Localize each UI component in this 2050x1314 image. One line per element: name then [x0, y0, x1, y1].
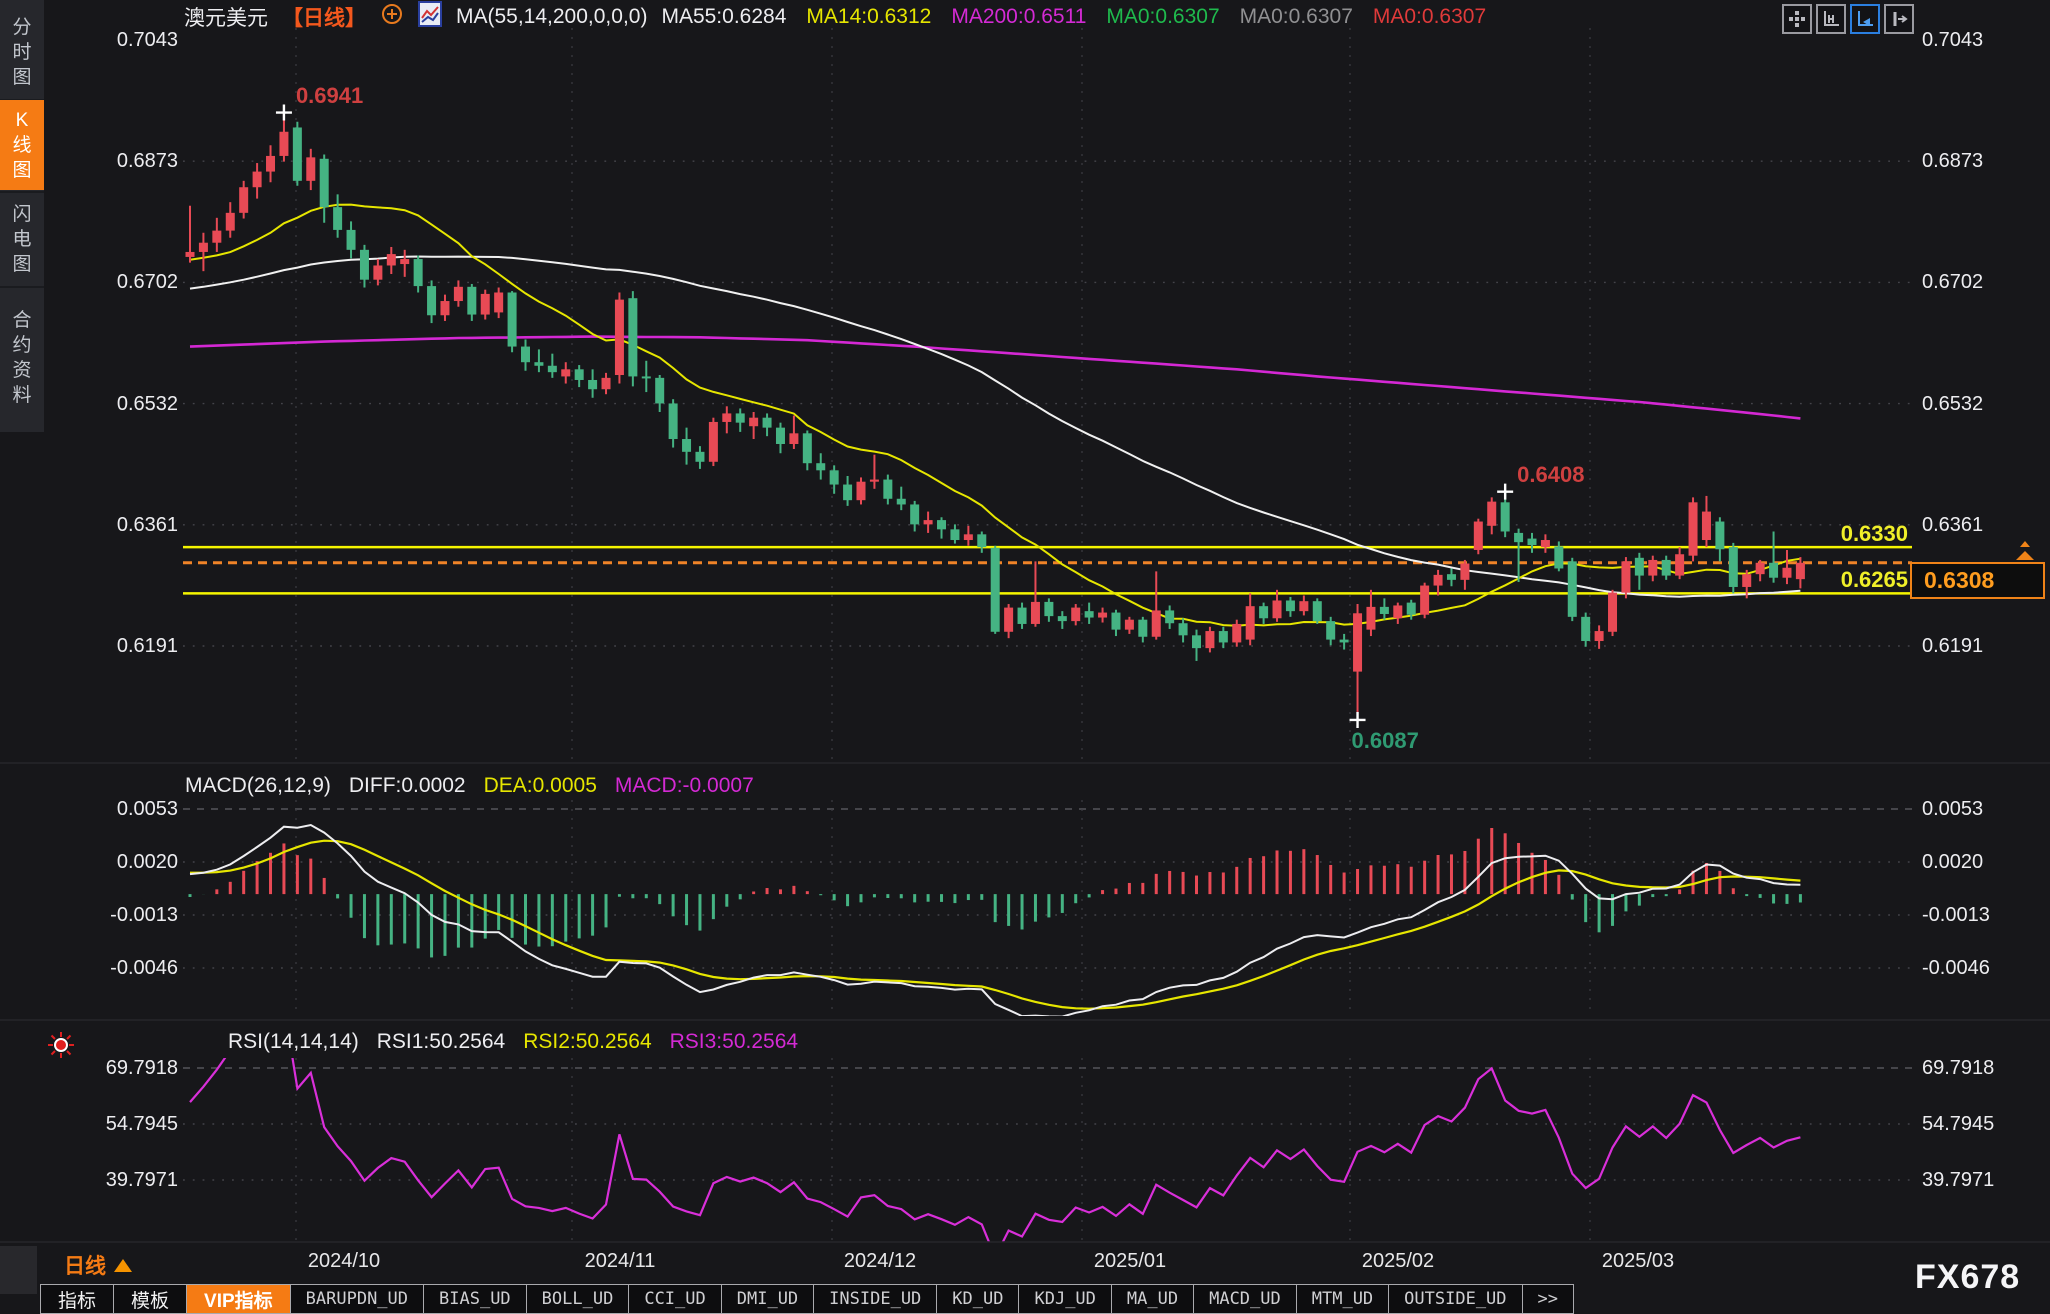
fx678-watermark: FX678: [1915, 1258, 2020, 1297]
bar-shift-icon[interactable]: [1884, 4, 1914, 34]
date-axis-label: 2024/11: [565, 1250, 675, 1273]
macd-value: MACD:-0.0007: [615, 774, 754, 798]
toolbar-tab[interactable]: BARUPDN_UD: [290, 1284, 423, 1314]
date-axis-label: 2024/10: [289, 1250, 399, 1273]
macd-axis-label-right: -0.0013: [1922, 904, 1990, 926]
rsi3-value: RSI3:50.2564: [670, 1030, 798, 1054]
toolbar-tab[interactable]: BIAS_UD: [423, 1284, 526, 1314]
ma-value-label: MA200:0.6511: [951, 5, 1086, 29]
sidebar-item-contract-info[interactable]: 合约资料: [0, 290, 44, 426]
sidebar-bottom-stub: [0, 1246, 37, 1294]
chart-application: 分时图K线图闪电图合约资料 澳元美元 【日线】 MA(55,14,200,0,0…: [0, 0, 2050, 1314]
macd-axis-label-right: -0.0046: [1922, 957, 1990, 979]
toolbar-tab[interactable]: 模板: [113, 1284, 186, 1314]
auto-follow-icon[interactable]: [1850, 4, 1880, 34]
sidebar-item-flash-chart[interactable]: 闪电图: [0, 193, 44, 285]
price-marker-arrow-top: [2020, 541, 2030, 547]
price-axis-label-right: 0.6361: [1922, 514, 1983, 536]
toolbar-tab[interactable]: BOLL_UD: [526, 1284, 629, 1314]
toolbar-tab[interactable]: KDJ_UD: [1018, 1284, 1110, 1314]
toolbar-tab[interactable]: DMI_UD: [721, 1284, 813, 1314]
ma-group-label: MA(55,14,200,0,0,0): [456, 5, 647, 29]
sidebar-separator: [0, 286, 44, 288]
toolbar-tab[interactable]: >>: [1522, 1284, 1574, 1314]
macd-axis-label-right: 0.0020: [1922, 851, 1983, 873]
support-line-label: 0.6265: [1798, 567, 1908, 593]
toolbar-tab[interactable]: OUTSIDE_UD: [1388, 1284, 1521, 1314]
price-axis-label-left: 0.6873: [56, 150, 178, 172]
toolbar-tab-vip-indicators[interactable]: VIP指标: [186, 1284, 290, 1314]
rsi-axis-label-left: 39.7971: [56, 1169, 178, 1191]
period-up-triangle-icon: [114, 1259, 132, 1272]
toolbar-tab[interactable]: KD_UD: [936, 1284, 1018, 1314]
ma-value-label: MA55:0.6284: [661, 5, 786, 29]
add-indicator-icon[interactable]: [380, 2, 404, 32]
period-selector[interactable]: 日线: [64, 1250, 132, 1280]
price-axis-label-left: 0.6532: [56, 393, 178, 415]
date-axis-label: 2025/01: [1075, 1250, 1185, 1273]
rsi-axis-label-left: 54.7945: [56, 1113, 178, 1135]
macd-axis-label-left: 0.0020: [56, 851, 178, 873]
ma-value-label: MA14:0.6312: [806, 5, 931, 29]
price-axis-label-left: 0.6191: [56, 635, 178, 657]
toolbar-tab[interactable]: INSIDE_UD: [813, 1284, 936, 1314]
date-axis-label: 2025/03: [1583, 1250, 1693, 1273]
macd-axis-label-left: 0.0053: [56, 798, 178, 820]
period-selector-label: 日线: [64, 1250, 106, 1280]
price-axis-label-left: 0.7043: [56, 29, 178, 51]
last-price-value: 0.6308: [1924, 567, 1994, 594]
chart-header: 澳元美元 【日线】 MA(55,14,200,0,0,0) MA55:0.628…: [184, 4, 1486, 30]
sidebar-item-candle-chart[interactable]: K线图: [0, 100, 44, 190]
toolbar-tab[interactable]: MACD_UD: [1193, 1284, 1296, 1314]
price-axis-label-right: 0.6191: [1922, 635, 1983, 657]
rsi-title: RSI(14,14,14): [228, 1030, 359, 1054]
rsi-axis-label-right: 39.7971: [1922, 1169, 1994, 1191]
rsi-axis-label-left: 69.7918: [56, 1057, 178, 1079]
rsi-axis-label-right: 54.7945: [1922, 1113, 1994, 1135]
price-annotation: 0.6087: [1352, 728, 1419, 754]
toolbar-tab[interactable]: MA_UD: [1111, 1284, 1193, 1314]
resistance-line-label: 0.6330: [1798, 521, 1908, 547]
axis-scale-icon[interactable]: [1816, 4, 1846, 34]
price-annotation: 0.6941: [296, 83, 363, 109]
ma-value-label: MA0:0.6307: [1106, 5, 1219, 29]
price-axis-label-right: 0.7043: [1922, 29, 1983, 51]
macd-axis-label-left: -0.0046: [56, 957, 178, 979]
indicator-toolbar: 指标模板VIP指标BARUPDN_UDBIAS_UDBOLL_UDCCI_UDD…: [40, 1284, 1574, 1314]
toolbar-tab[interactable]: CCI_UD: [628, 1284, 720, 1314]
price-axis-label-right: 0.6873: [1922, 150, 1983, 172]
macd-axis-label-right: 0.0053: [1922, 798, 1983, 820]
rsi-axis-label-right: 69.7918: [1922, 1057, 1994, 1079]
last-price-box: 0.6308: [1910, 562, 2045, 599]
price-annotation: 0.6408: [1517, 462, 1584, 488]
date-axis-label: 2024/12: [825, 1250, 935, 1273]
macd-dea-value: DEA:0.0005: [484, 774, 597, 798]
price-axis-label-left: 0.6702: [56, 271, 178, 293]
price-marker-arrow: [2016, 551, 2034, 560]
candlestick-chart-canvas[interactable]: [0, 0, 2050, 1314]
toolbar-tab[interactable]: MTM_UD: [1296, 1284, 1388, 1314]
macd-diff-value: DIFF:0.0002: [349, 774, 466, 798]
ma-value-label: MA0:0.6307: [1373, 5, 1486, 29]
toolbar-tab[interactable]: 指标: [40, 1284, 113, 1314]
rsi-header: RSI(14,14,14) RSI1:50.2564 RSI2:50.2564 …: [228, 1030, 798, 1054]
left-sidebar: 分时图K线图闪电图合约资料: [0, 0, 44, 432]
symbol-title: 澳元美元: [184, 2, 268, 32]
macd-header: MACD(26,12,9) DIFF:0.0002 DEA:0.0005 MAC…: [185, 774, 754, 798]
price-axis-label-right: 0.6702: [1922, 271, 1983, 293]
macd-title: MACD(26,12,9): [185, 774, 331, 798]
mini-chart-icon[interactable]: [418, 1, 442, 33]
period-tag[interactable]: 【日线】: [282, 2, 366, 32]
rsi1-value: RSI1:50.2564: [377, 1030, 505, 1054]
ma-values: MA55:0.6284 MA14:0.6312 MA200:0.6511 MA0:0.…: [661, 5, 1486, 29]
price-axis-label-right: 0.6532: [1922, 393, 1983, 415]
date-axis-label: 2025/02: [1343, 1250, 1453, 1273]
macd-axis-label-left: -0.0013: [56, 904, 178, 926]
pan-move-icon[interactable]: [1782, 4, 1812, 34]
price-axis-label-left: 0.6361: [56, 514, 178, 536]
sidebar-item-time-chart[interactable]: 分时图: [0, 6, 44, 98]
ma-value-label: MA0:0.6307: [1240, 5, 1353, 29]
rsi2-value: RSI2:50.2564: [523, 1030, 651, 1054]
